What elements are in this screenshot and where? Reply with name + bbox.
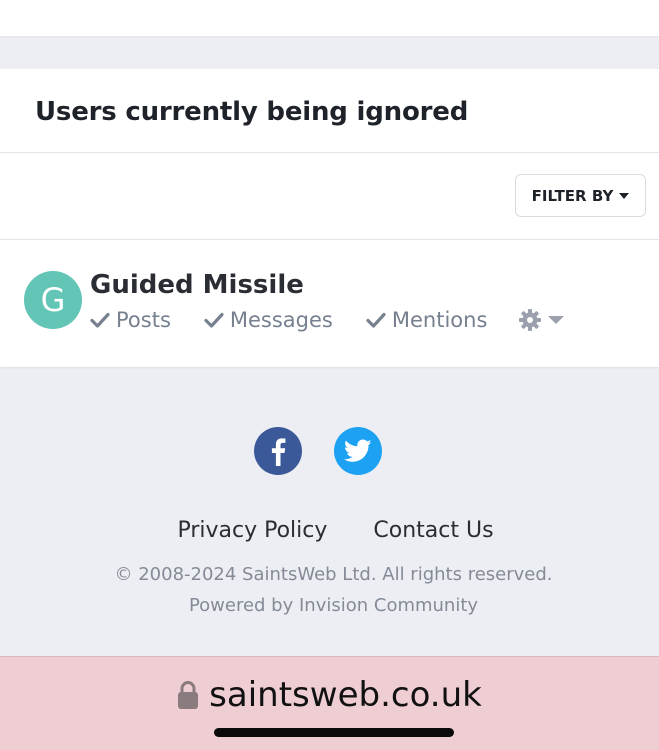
facebook-icon — [271, 438, 285, 466]
powered-by-text[interactable]: Powered by Invision Community — [0, 595, 659, 616]
ignored-users-card: Users currently being ignored FILTER BY … — [0, 69, 659, 367]
footer-links: Privacy Policy Contact Us — [0, 518, 659, 543]
social-links — [0, 427, 659, 475]
page-title: Users currently being ignored — [35, 97, 469, 127]
twitter-icon — [343, 439, 372, 462]
ignore-messages-label: Messages — [229, 308, 333, 332]
ignore-mentions-option[interactable]: Mentions — [366, 308, 488, 332]
home-indicator[interactable] — [214, 728, 454, 737]
chevron-down-icon — [548, 316, 565, 324]
user-name-link[interactable]: Guided Missile — [90, 270, 304, 300]
filter-bar: FILTER BY — [0, 153, 659, 240]
avatar-initial: G — [40, 281, 66, 319]
check-icon — [366, 312, 386, 328]
contact-us-link[interactable]: Contact Us — [361, 518, 493, 543]
filter-by-label: FILTER BY — [531, 186, 614, 205]
facebook-button[interactable] — [253, 427, 302, 475]
check-icon — [204, 312, 224, 328]
ignored-user-row: G Guided Missile Posts Messages Mentions — [0, 240, 659, 367]
privacy-policy-link[interactable]: Privacy Policy — [165, 518, 327, 543]
copyright-text: © 2008-2024 SaintsWeb Ltd. All rights re… — [114, 564, 553, 585]
url-text: saintsweb.co.uk — [209, 675, 482, 715]
gear-icon — [519, 309, 542, 331]
filter-by-button[interactable]: FILTER BY — [515, 174, 646, 217]
ignore-posts-label: Posts — [116, 308, 171, 332]
caret-down-icon — [619, 192, 630, 199]
lock-icon — [178, 681, 199, 709]
twitter-button[interactable] — [333, 427, 382, 475]
avatar[interactable]: G — [24, 271, 82, 329]
check-icon — [90, 312, 110, 328]
address-field[interactable]: saintsweb.co.uk — [0, 675, 659, 715]
ignore-mentions-label: Mentions — [391, 308, 488, 332]
card-header: Users currently being ignored — [0, 69, 659, 153]
browser-address-bar: saintsweb.co.uk — [0, 656, 659, 750]
user-settings-menu[interactable] — [518, 308, 565, 332]
ignore-messages-option[interactable]: Messages — [204, 308, 333, 332]
ignore-posts-option[interactable]: Posts — [90, 308, 171, 332]
ignore-preferences: Posts Messages Mentions — [90, 308, 565, 332]
top-header-strip — [0, 0, 659, 36]
